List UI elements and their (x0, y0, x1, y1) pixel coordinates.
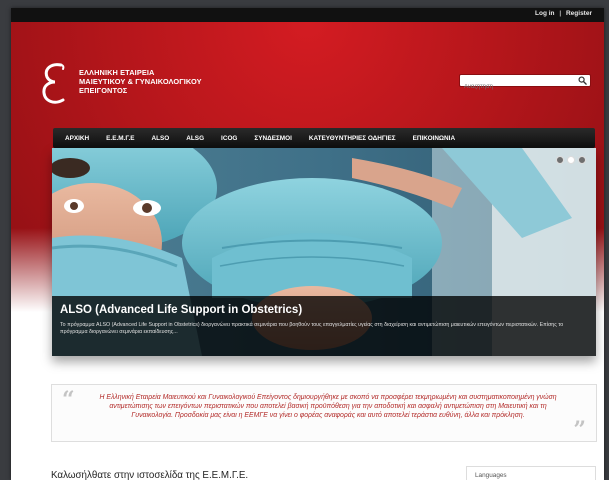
nav-item-eemge[interactable]: Ε.Ε.Μ.Γ.Ε (106, 135, 134, 142)
languages-widget[interactable]: Languages (466, 466, 596, 480)
close-quote-mark-icon: ” (573, 417, 586, 443)
main-navigation: ΑΡΧΙΚΗ Ε.Ε.Μ.Γ.Ε ALSO ALSG ICOG ΣΥΝΔΕΣΜΟ… (53, 128, 595, 148)
slide-title[interactable]: ALSO (Advanced Life Support in Obstetric… (60, 304, 302, 316)
nav-item-links[interactable]: ΣΥΝΔΕΣΜΟΙ (254, 135, 291, 142)
login-link[interactable]: Log in (535, 10, 555, 17)
slide-caption: ALSO (Advanced Life Support in Obstetric… (52, 296, 596, 356)
top-utility-bar: Log in | Register (11, 8, 604, 22)
slider-dot-1[interactable] (556, 156, 564, 164)
society-name[interactable]: ΕΛΛΗΝΙΚΗ ΕΤΑΙΡΕΙΑ ΜΑΙΕΥΤΙΚΟΥ & ΓΥΝΑΙΚΟΛΟ… (79, 68, 202, 95)
society-name-line-1: ΕΛΛΗΝΙΚΗ ΕΤΑΙΡΕΙΑ (79, 68, 155, 77)
search-box (459, 74, 591, 93)
page: Log in | Register ΕΛΛΗΝΙΚΗ ΕΤΑΙΡΕΙΑ ΜΑΙΕ… (11, 8, 604, 480)
open-quote-mark-icon: “ (62, 387, 75, 413)
nav-item-guidelines[interactable]: ΚΑΤΕΥΘΥΝΤΗΡΙΕΣ ΟΔΗΓΙΕΣ (309, 135, 396, 142)
nav-item-also[interactable]: ALSO (152, 135, 170, 142)
nav-item-alsg[interactable]: ALSG (186, 135, 204, 142)
nav-item-home[interactable]: ΑΡΧΙΚΗ (65, 135, 89, 142)
register-link[interactable]: Register (566, 10, 592, 17)
slider-dot-3[interactable] (578, 156, 586, 164)
nav-item-icog[interactable]: ICOG (221, 135, 237, 142)
slider-dot-2[interactable] (567, 156, 575, 164)
nav-item-contact[interactable]: ΕΠΙΚΟΙΝΩΝΙΑ (413, 135, 455, 142)
account-links: Log in | Register (535, 10, 592, 17)
society-name-line-3: ΕΠΕΙΓΟΝΤΟΣ (79, 86, 128, 95)
quote-text: Η Ελληνική Εταιρεία Μαιευτικού και Γυναι… (99, 394, 557, 419)
slide-description: Το πρόγραμμα ALSO (Advanced Life Support… (60, 322, 564, 335)
welcome-heading: Καλωσήλθατε στην ιστοσελίδα της Ε.Ε.Μ.Γ.… (51, 470, 249, 480)
hero-slider[interactable]: ALSO (Advanced Life Support in Obstetric… (52, 148, 596, 356)
search-icon[interactable] (578, 76, 587, 85)
account-links-separator: | (559, 10, 562, 17)
epsilon-logo-icon[interactable] (41, 62, 69, 106)
society-name-line-2: ΜΑΙΕΥΤΙΚΟΥ & ΓΥΝΑΙΚΟΛΟΓΙΚΟΥ (79, 77, 202, 86)
mission-quote: “ Η Ελληνική Εταιρεία Μαιευτικού και Γυν… (51, 384, 597, 443)
slider-pagination (556, 156, 586, 164)
search-input[interactable] (460, 81, 570, 93)
languages-title: Languages (475, 472, 507, 479)
